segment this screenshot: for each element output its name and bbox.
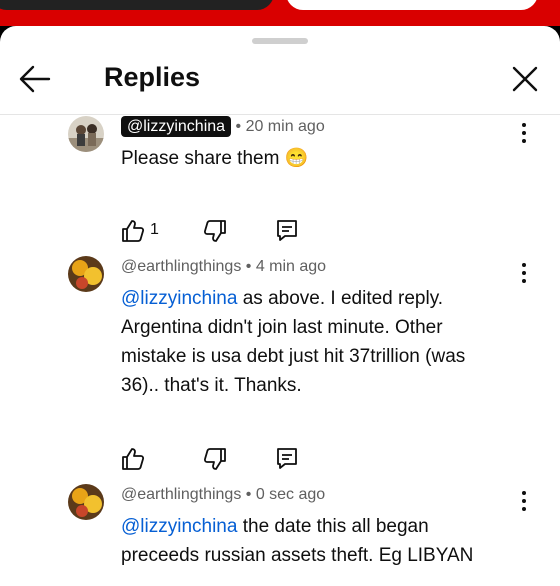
author-name[interactable]: @lizzyinchina (121, 116, 232, 137)
avatar[interactable] (68, 256, 104, 292)
author-name[interactable]: @earthlingthings (121, 258, 241, 275)
mention-link[interactable]: @lizzyinchina (121, 288, 237, 309)
reply-icon[interactable] (274, 218, 300, 244)
timestamp: • 0 sec ago (245, 486, 326, 503)
reply-icon[interactable] (274, 446, 300, 472)
thumb-up-icon[interactable] (120, 446, 146, 472)
avatar[interactable] (68, 116, 104, 152)
background-app-strip (0, 0, 560, 26)
thumb-down-icon[interactable] (202, 446, 228, 472)
timestamp: • 20 min ago (235, 118, 325, 135)
close-icon[interactable] (510, 64, 540, 94)
header-divider (0, 114, 560, 115)
replies-header: Replies (0, 50, 560, 110)
background-pill-light (286, 0, 538, 10)
avatar[interactable] (68, 484, 104, 520)
author-name[interactable]: @earthlingthings (121, 486, 241, 503)
comment-meta: @earthlingthings • 4 min ago (121, 258, 326, 276)
comment-text: @lizzyinchina as above. I edited reply. … (121, 288, 466, 396)
background-pill-dark (0, 0, 274, 10)
more-vert-icon[interactable] (516, 490, 532, 512)
comment-text: @lizzyinchina the date this all began pr… (121, 516, 474, 566)
timestamp: • 4 min ago (245, 258, 327, 275)
more-vert-icon[interactable] (516, 262, 532, 284)
comment-meta: @earthlingthings • 0 sec ago (121, 486, 325, 504)
replies-sheet: Replies @lizzyinchina • 20 min ago Pleas… (0, 26, 560, 586)
comment-meta: @lizzyinchina • 20 min ago (121, 116, 325, 137)
like-count: 1 (150, 221, 159, 238)
thumb-up-icon[interactable] (120, 218, 146, 244)
comment-actions (120, 446, 420, 476)
thumb-down-icon[interactable] (202, 218, 228, 244)
comment-actions: 1 (120, 218, 420, 248)
more-vert-icon[interactable] (516, 122, 532, 144)
mention-link[interactable]: @lizzyinchina (121, 516, 237, 537)
drag-handle[interactable] (252, 38, 308, 44)
comment-text: Please share them 😁 (121, 148, 309, 169)
page-title: Replies (104, 62, 201, 92)
arrow-left-icon[interactable] (18, 64, 52, 94)
